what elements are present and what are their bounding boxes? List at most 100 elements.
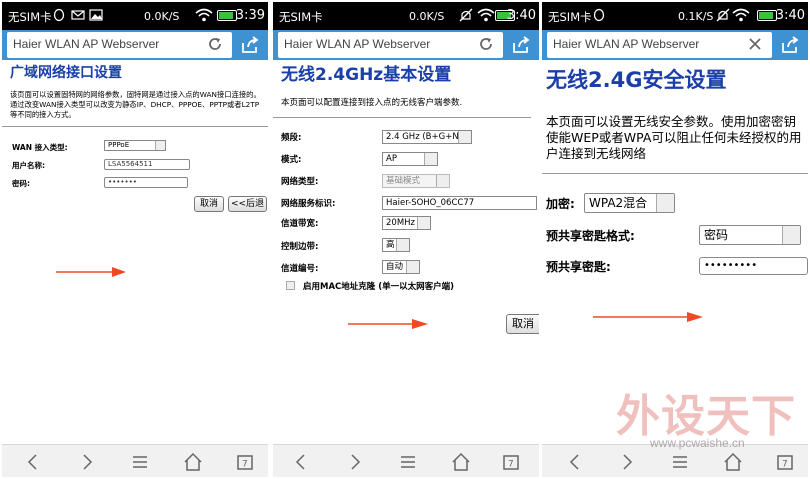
url-field[interactable]: Haier WLAN AP Webserver [278, 32, 503, 58]
chevron-down-icon [406, 261, 419, 273]
chevron-down-icon [424, 153, 437, 165]
network-speed: 0.1K/S [678, 10, 714, 23]
back-icon[interactable] [290, 451, 312, 473]
share-icon[interactable] [780, 35, 800, 55]
chevron-down-icon [417, 217, 430, 229]
share-icon[interactable] [240, 35, 260, 55]
sideband-select[interactable]: 高 [382, 238, 410, 252]
wan-type-label: WAN 接入类型: [12, 143, 68, 152]
cancel-button[interactable]: 取消 [506, 314, 539, 334]
mac-clone-label: 启用MAC地址克隆 (单一以太网客户端) [303, 282, 455, 292]
url-field[interactable]: Haier WLAN AP Webserver [7, 32, 232, 58]
tabs-icon[interactable]: 7 [234, 451, 256, 473]
channel-width-select[interactable]: 20MHz [382, 216, 431, 230]
psk-format-value: 密码 [704, 228, 729, 242]
page-content: 无线2.4GHz基本设置 本页面可以配置连接到接入点的无线客户端参数. 频段: … [273, 60, 539, 444]
mute-icon [716, 8, 730, 22]
forward-icon[interactable] [76, 451, 98, 473]
watermark: 外设天下 www.pcwaishe.cn [610, 380, 810, 475]
browser-nav-bar: 7 [2, 444, 268, 477]
ssid-label: 网络服务标识: [281, 199, 336, 209]
annotation-arrow-icon [593, 312, 703, 322]
page-description: 该页面可以设置固特网的网络参数，固特网是通过接入点的WAN接口连接的。通过改变W… [10, 90, 261, 119]
ssid-input[interactable]: Haier-SOHO_06CC77 [382, 196, 537, 210]
band-label: 频段: [281, 133, 302, 143]
page-description: 本页面可以设置无线安全参数。使用加密密钥使能WEP或者WPA可以阻止任何未经授权… [546, 114, 802, 161]
channel-width-label: 信道带宽: [281, 219, 319, 229]
home-icon[interactable] [450, 451, 472, 473]
back-icon[interactable] [564, 451, 586, 473]
forward-icon[interactable] [344, 451, 366, 473]
carrier-label: 无SIM卡 [8, 10, 52, 24]
url-field[interactable]: Haier WLAN AP Webserver [547, 32, 772, 58]
reload-icon[interactable] [477, 35, 495, 53]
channel-number-select[interactable]: 自动 [382, 260, 420, 274]
annotation-arrow-icon [348, 319, 428, 329]
username-input[interactable]: LSA5564511 [104, 159, 190, 170]
psk-format-label: 预共享密匙格式: [546, 229, 635, 243]
band-select[interactable]: 2.4 GHz (B+G+N) [382, 130, 472, 144]
sideband-label: 控制边带: [281, 242, 319, 252]
sideband-value: 高 [386, 240, 395, 250]
clock: 3:40 [775, 8, 805, 23]
clock: 3:39 [235, 8, 265, 23]
menu-icon[interactable] [397, 451, 419, 473]
wan-type-value: PPPoE [108, 141, 130, 149]
divider [273, 117, 531, 118]
browser-url-bar: Haier WLAN AP Webserver [2, 30, 268, 60]
svg-text:7: 7 [242, 460, 248, 470]
mode-label: 模式: [281, 155, 302, 165]
qq-icon [593, 8, 605, 22]
channel-number-value: 自动 [386, 262, 404, 272]
status-bar: 无SIM卡 0.0K/S 3:40 [273, 2, 539, 30]
share-icon[interactable] [511, 35, 531, 55]
divider [542, 173, 808, 174]
chevron-down-icon [436, 175, 449, 187]
battery-icon [757, 10, 777, 21]
carrier-label: 无SIM卡 [548, 10, 592, 24]
mode-select[interactable]: AP [382, 152, 438, 166]
status-bar: 无SIM卡 0.1K/S 3:40 [542, 2, 808, 30]
page-title: 广域网络接口设置 [10, 65, 122, 81]
password-label: 密码: [12, 179, 30, 188]
url-text: Haier WLAN AP Webserver [284, 37, 431, 51]
svg-text:7: 7 [508, 460, 514, 470]
encryption-label: 加密: [546, 197, 575, 211]
mac-clone-checkbox[interactable] [286, 281, 295, 290]
channel-number-label: 信道编号: [281, 264, 319, 274]
encryption-select[interactable]: WPA2混合 [584, 193, 675, 213]
phone-screen-wan: 无SIM卡 0.0K/S 3:39 Haier WLAN AP Webserve… [2, 2, 268, 477]
chevron-down-icon [155, 141, 165, 150]
carrier-label: 无SIM卡 [279, 10, 323, 24]
channel-width-value: 20MHz [386, 218, 416, 228]
menu-icon[interactable] [129, 451, 151, 473]
back-icon[interactable] [22, 451, 44, 473]
tabs-icon[interactable]: 7 [500, 451, 522, 473]
chevron-down-icon [396, 239, 409, 251]
password-input[interactable]: ••••••• [104, 177, 188, 188]
mode-value: AP [386, 154, 397, 164]
watermark-logo-text: 外设天下 [616, 391, 796, 442]
battery-icon [217, 10, 237, 21]
wan-type-select[interactable]: PPPoE [104, 140, 166, 151]
psk-format-select[interactable]: 密码 [699, 225, 801, 245]
clock: 3:40 [506, 8, 536, 23]
psk-input[interactable]: ••••••••• [699, 257, 808, 275]
browser-nav-bar: 7 [273, 444, 539, 477]
chevron-down-icon [656, 194, 674, 212]
page-content: 广域网络接口设置 该页面可以设置固特网的网络参数，固特网是通过接入点的WAN接口… [2, 60, 268, 444]
page-title: 无线2.4G安全设置 [546, 68, 727, 92]
back-button[interactable]: <<后退 [228, 196, 267, 212]
mail-icon [71, 10, 85, 20]
network-type-select: 基础模式 [382, 174, 450, 188]
mute-icon [459, 8, 473, 22]
cancel-button[interactable]: 取消 [194, 196, 224, 212]
encryption-value: WPA2混合 [589, 196, 648, 210]
home-icon[interactable] [182, 451, 204, 473]
qq-icon [53, 8, 65, 22]
reload-icon[interactable] [206, 35, 224, 53]
wifi-icon [732, 8, 750, 22]
close-icon[interactable] [746, 35, 764, 53]
phone-screen-wireless-basic: 无SIM卡 0.0K/S 3:40 Haier WLAN AP Webserve… [273, 2, 539, 477]
wifi-icon [195, 8, 213, 22]
